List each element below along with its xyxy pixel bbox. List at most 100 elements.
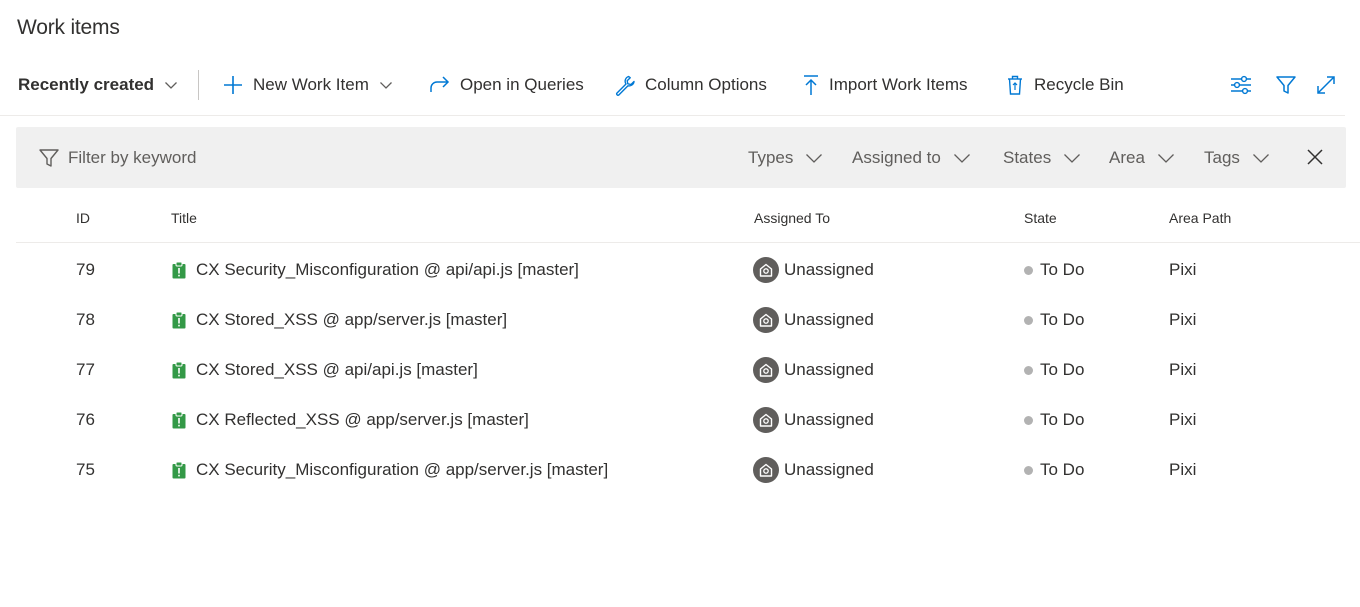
area-path-value: Pixi bbox=[1169, 260, 1197, 279]
work-item-title: CX Stored_XSS @ app/server.js [master] bbox=[196, 310, 508, 329]
pivot-label: Recently created bbox=[18, 75, 155, 94]
clipboard-icon bbox=[172, 461, 186, 479]
work-item-title-cell[interactable]: CX Security_Misconfiguration @ api/api.j… bbox=[171, 245, 579, 295]
column-header-state[interactable]: State bbox=[1024, 210, 1057, 226]
table-row[interactable]: 78 CX Stored_XSS @ app/server.js [master… bbox=[16, 295, 1360, 345]
recycle-bin-label: Recycle Bin bbox=[1034, 75, 1124, 94]
chevron-down-icon bbox=[953, 153, 970, 163]
assigned-to-cell: Unassigned bbox=[753, 445, 874, 495]
recycle-bin-button[interactable]: Recycle Bin bbox=[1005, 62, 1124, 108]
column-options-button[interactable]: Column Options bbox=[614, 62, 767, 108]
state-dot-icon bbox=[1024, 465, 1033, 475]
column-header-assigned-to[interactable]: Assigned To bbox=[754, 210, 830, 226]
types-label: Types bbox=[748, 147, 794, 167]
work-item-title-cell[interactable]: CX Stored_XSS @ app/server.js [master] bbox=[171, 295, 507, 345]
toolbar-divider bbox=[0, 115, 1345, 116]
redo-arrow-icon bbox=[430, 76, 450, 92]
fullscreen-button[interactable] bbox=[1315, 62, 1337, 108]
states-dropdown[interactable]: States bbox=[1003, 127, 1081, 188]
assigned-to-value: Unassigned bbox=[784, 410, 874, 429]
work-item-title-cell[interactable]: CX Stored_XSS @ api/api.js [master] bbox=[171, 345, 478, 395]
view-options-button[interactable] bbox=[1229, 62, 1253, 108]
work-item-title-cell[interactable]: CX Security_Misconfiguration @ app/serve… bbox=[171, 445, 608, 495]
tags-label: Tags bbox=[1204, 147, 1240, 167]
new-work-item-label: New Work Item bbox=[253, 75, 369, 94]
unassigned-avatar-icon bbox=[753, 457, 779, 483]
assigned-to-value: Unassigned bbox=[784, 460, 874, 479]
new-work-item-button[interactable]: New Work Item bbox=[222, 62, 393, 108]
state-dot-icon bbox=[1024, 415, 1033, 425]
types-dropdown[interactable]: Types bbox=[748, 127, 823, 188]
filter-toggle-button[interactable] bbox=[1275, 62, 1297, 108]
table-row[interactable]: 76 CX Reflected_XSS @ app/server.js [mas… bbox=[16, 395, 1360, 445]
state-cell: To Do bbox=[1024, 445, 1084, 495]
chevron-down-icon bbox=[1157, 153, 1174, 163]
table-row[interactable]: 79 CX Security_Misconfiguration @ api/ap… bbox=[16, 245, 1360, 295]
work-item-title: CX Reflected_XSS @ app/server.js [master… bbox=[196, 410, 529, 429]
column-header-title[interactable]: Title bbox=[171, 210, 197, 226]
filter-bar: Types Assigned to States Area Tags bbox=[16, 127, 1346, 188]
wrench-icon bbox=[615, 75, 635, 96]
chevron-down-icon bbox=[1252, 153, 1269, 163]
table-row[interactable]: 75 CX Security_Misconfiguration @ app/se… bbox=[16, 445, 1360, 495]
state-cell: To Do bbox=[1024, 295, 1084, 345]
area-path-value: Pixi bbox=[1169, 460, 1197, 479]
assigned-to-dropdown[interactable]: Assigned to bbox=[852, 127, 971, 188]
chevron-down-icon[interactable] bbox=[379, 78, 393, 92]
states-label: States bbox=[1003, 147, 1052, 167]
area-path-value: Pixi bbox=[1169, 410, 1197, 429]
unassigned-avatar-icon bbox=[753, 407, 779, 433]
area-path-value: Pixi bbox=[1169, 360, 1197, 379]
table-row[interactable]: 77 CX Stored_XSS @ api/api.js [master] U… bbox=[16, 345, 1360, 395]
import-work-items-button[interactable]: Import Work Items bbox=[802, 62, 968, 108]
assigned-to-cell: Unassigned bbox=[753, 345, 874, 395]
unassigned-avatar-icon bbox=[753, 357, 779, 383]
area-label: Area bbox=[1109, 147, 1145, 167]
column-options-label: Column Options bbox=[645, 75, 767, 94]
state-cell: To Do bbox=[1024, 395, 1084, 445]
open-in-queries-label: Open in Queries bbox=[460, 75, 584, 94]
plus-icon bbox=[224, 76, 242, 94]
work-item-id: 76 bbox=[76, 410, 95, 429]
state-cell: To Do bbox=[1024, 245, 1084, 295]
work-item-id: 77 bbox=[76, 360, 95, 379]
work-item-title: CX Stored_XSS @ api/api.js [master] bbox=[196, 360, 478, 379]
toolbar: Recently created New Work Item Open in Q… bbox=[0, 62, 1360, 108]
state-value: To Do bbox=[1040, 360, 1085, 379]
assigned-to-cell: Unassigned bbox=[753, 295, 874, 345]
work-item-title-cell[interactable]: CX Reflected_XSS @ app/server.js [master… bbox=[171, 395, 529, 445]
toolbar-separator bbox=[198, 70, 199, 100]
keyword-filter-input[interactable] bbox=[68, 143, 668, 173]
column-header-id[interactable]: ID bbox=[76, 210, 90, 226]
expand-icon bbox=[1317, 76, 1335, 94]
column-header-area-path[interactable]: Area Path bbox=[1169, 210, 1231, 226]
unassigned-avatar-icon bbox=[753, 307, 779, 333]
recently-created-pivot[interactable]: Recently created bbox=[18, 62, 178, 108]
state-value: To Do bbox=[1040, 460, 1085, 479]
state-dot-icon bbox=[1024, 315, 1033, 325]
clipboard-icon bbox=[172, 261, 186, 279]
grid-header: ID Title Assigned To State Area Path bbox=[16, 200, 1360, 243]
unassigned-avatar-icon bbox=[753, 257, 779, 283]
work-item-id: 78 bbox=[76, 310, 95, 329]
clipboard-icon bbox=[172, 311, 186, 329]
clipboard-icon bbox=[172, 361, 186, 379]
assigned-to-cell: Unassigned bbox=[753, 245, 874, 295]
assigned-to-value: Unassigned bbox=[784, 360, 874, 379]
chevron-down-icon bbox=[806, 153, 823, 163]
work-item-id: 79 bbox=[76, 260, 95, 279]
state-value: To Do bbox=[1040, 310, 1085, 329]
chevron-down-icon bbox=[1064, 153, 1081, 163]
import-work-items-label: Import Work Items bbox=[829, 75, 968, 94]
state-dot-icon bbox=[1024, 265, 1033, 275]
clipboard-icon bbox=[172, 411, 186, 429]
close-icon[interactable] bbox=[1306, 148, 1324, 166]
state-cell: To Do bbox=[1024, 345, 1084, 395]
tags-dropdown[interactable]: Tags bbox=[1204, 127, 1270, 188]
chevron-down-icon bbox=[165, 82, 178, 89]
area-dropdown[interactable]: Area bbox=[1109, 127, 1175, 188]
assigned-to-label: Assigned to bbox=[852, 147, 941, 167]
open-in-queries-button[interactable]: Open in Queries bbox=[428, 62, 584, 108]
assigned-to-cell: Unassigned bbox=[753, 395, 874, 445]
filter-icon bbox=[1276, 76, 1296, 94]
